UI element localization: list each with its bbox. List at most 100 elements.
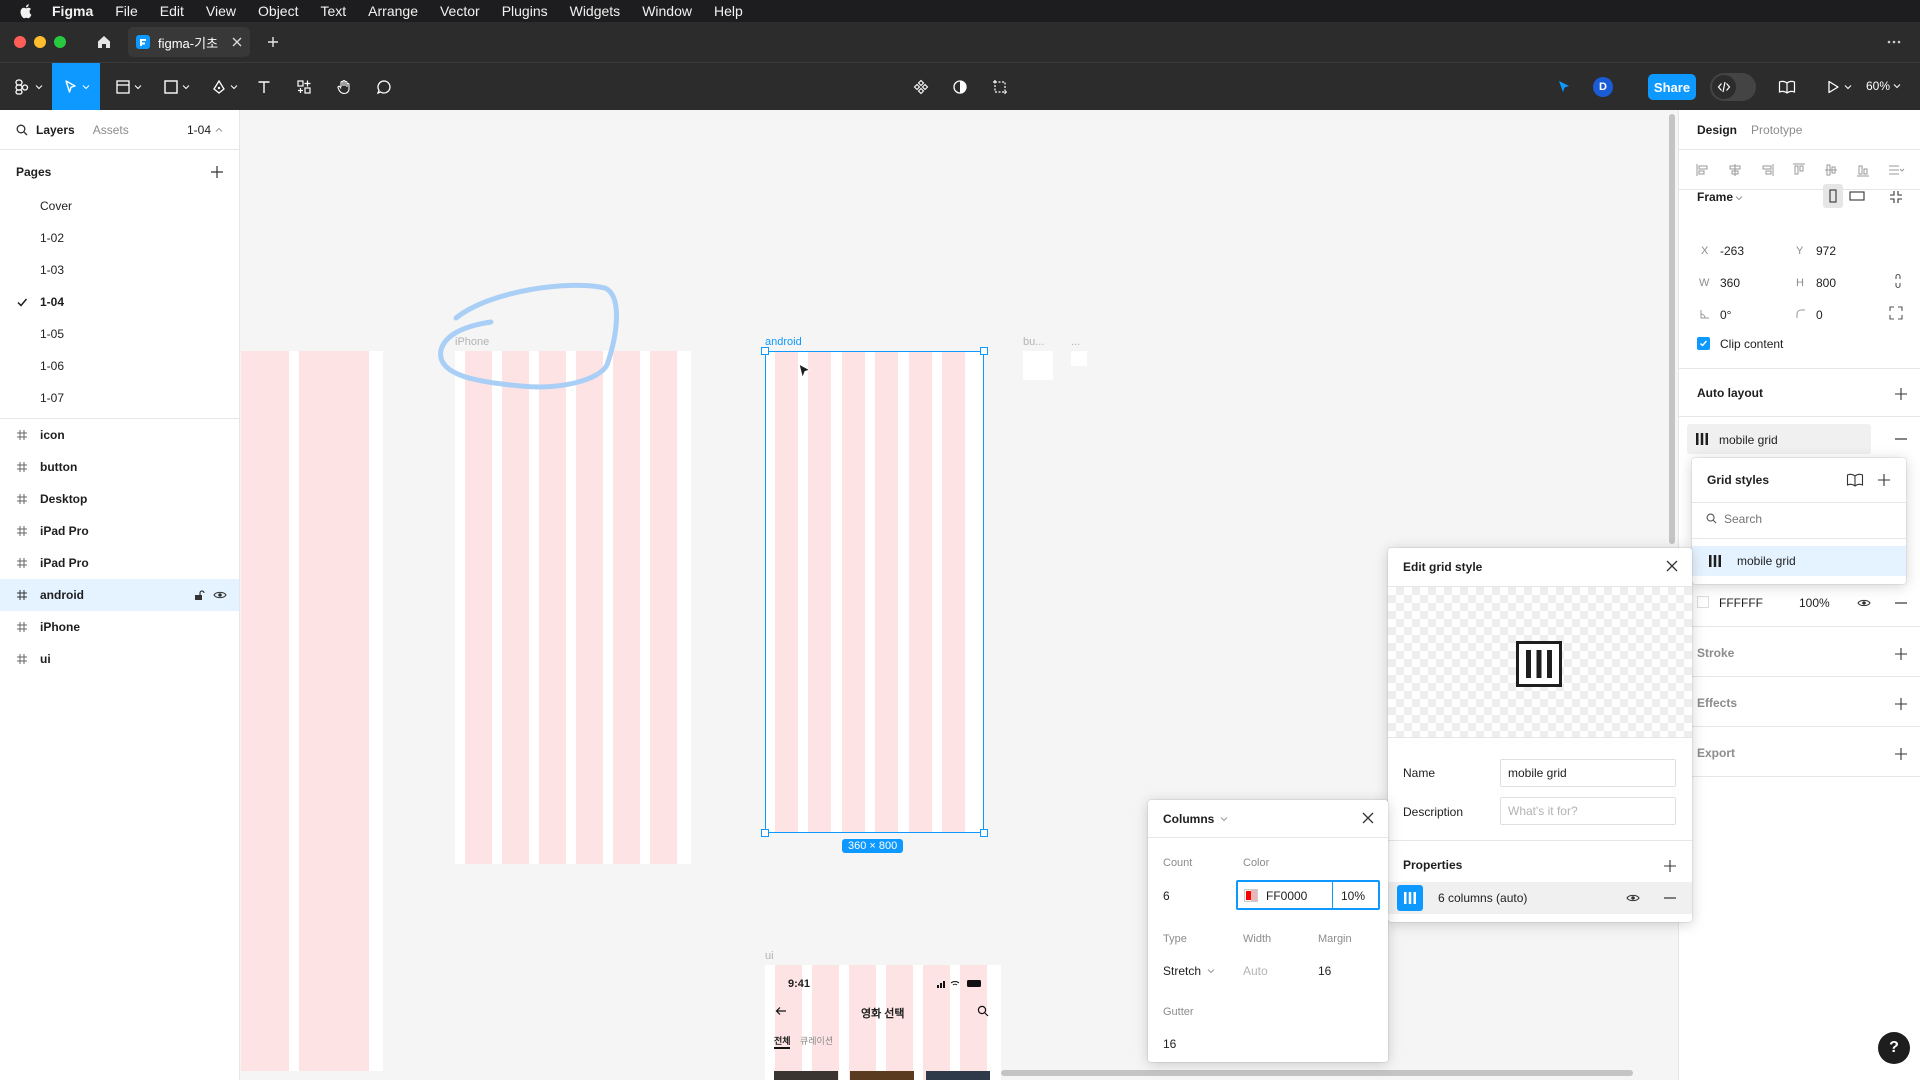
dev-mode-toggle[interactable] (1710, 73, 1756, 101)
component-button[interactable] (909, 63, 933, 111)
align-bottom-icon[interactable] (1855, 162, 1871, 178)
page-item[interactable]: Cover (0, 190, 239, 222)
page-item[interactable]: 1-03 (0, 254, 239, 286)
clip-content-checkbox[interactable] (1697, 337, 1710, 350)
menu-help[interactable]: Help (714, 3, 743, 19)
align-right-icon[interactable] (1759, 162, 1775, 178)
zoom-control[interactable]: 60% (1866, 79, 1901, 93)
text-tool-button[interactable] (252, 63, 276, 111)
layer-item[interactable]: iPhone (0, 611, 239, 643)
scribble-annotation[interactable] (421, 270, 641, 410)
resize-to-fit-icon[interactable] (1889, 190, 1903, 204)
search-icon[interactable] (16, 124, 28, 136)
fill-hex[interactable]: FFFFFF (1719, 596, 1763, 610)
portrait-orientation-button[interactable] (1823, 184, 1843, 208)
share-button[interactable]: Share (1648, 74, 1696, 100)
crop-button[interactable] (988, 63, 1012, 111)
grid-settings-button[interactable] (1397, 885, 1423, 911)
margin-input[interactable]: 16 (1318, 964, 1331, 978)
h-input[interactable]: 800 (1816, 276, 1836, 290)
frame-bu[interactable] (1023, 351, 1053, 380)
page-item[interactable]: 1-07 (0, 382, 239, 414)
frame-ui[interactable]: 9:41 영화 선택 전체 큐레이션 (765, 965, 1001, 1080)
independent-corners-icon[interactable] (1889, 306, 1903, 320)
resize-handle[interactable] (980, 347, 988, 355)
close-icon[interactable] (1362, 812, 1374, 824)
grid-styles-search-input[interactable] (1724, 508, 1884, 530)
color-input[interactable]: FF0000 10% (1236, 880, 1380, 910)
frame-partial-left[interactable] (241, 351, 383, 1071)
frame-iphone[interactable] (455, 351, 691, 864)
grid-property-row[interactable]: 6 columns (auto) (1388, 882, 1692, 914)
description-field[interactable]: What's it for? (1500, 797, 1676, 825)
menu-view[interactable]: View (206, 3, 236, 19)
fill-opacity[interactable]: 100% (1799, 596, 1830, 610)
apple-logo-icon[interactable] (18, 3, 34, 19)
page-selector[interactable]: 1-04 (187, 123, 223, 137)
shape-tool-button[interactable] (158, 63, 194, 111)
more-options-icon[interactable] (1886, 34, 1902, 50)
color-opacity-input[interactable]: 10% (1341, 889, 1365, 903)
menu-vector[interactable]: Vector (440, 3, 480, 19)
color-swatch[interactable] (1244, 889, 1258, 902)
layer-item[interactable]: iPad Pro (0, 547, 239, 579)
align-middle-vertical-icon[interactable] (1823, 162, 1839, 178)
menu-edit[interactable]: Edit (160, 3, 184, 19)
close-tab-icon[interactable] (232, 37, 242, 47)
menu-plugins[interactable]: Plugins (502, 3, 548, 19)
y-input[interactable]: 972 (1816, 244, 1836, 258)
hand-tool-button[interactable] (332, 63, 356, 111)
menu-widgets[interactable]: Widgets (570, 3, 621, 19)
align-top-icon[interactable] (1791, 162, 1807, 178)
align-center-horizontal-icon[interactable] (1727, 162, 1743, 178)
gutter-input[interactable]: 16 (1163, 1037, 1176, 1051)
minimize-window-button[interactable] (34, 36, 46, 48)
menu-app-figma[interactable]: Figma (52, 3, 93, 19)
grid-style-item[interactable]: mobile grid (1692, 546, 1906, 576)
tab-layers[interactable]: Layers (36, 123, 75, 137)
page-item[interactable]: 1-02 (0, 222, 239, 254)
grid-type-dropdown[interactable]: Columns (1163, 812, 1228, 826)
unlock-icon[interactable] (193, 589, 205, 601)
fill-swatch[interactable] (1697, 596, 1709, 608)
library-button[interactable] (1775, 63, 1799, 111)
color-hex-input[interactable]: FF0000 (1266, 889, 1307, 903)
tab-design[interactable]: Design (1697, 123, 1737, 137)
create-grid-style-plus-icon[interactable] (1878, 474, 1890, 486)
add-page-plus-icon[interactable] (211, 166, 223, 178)
library-book-icon[interactable] (1846, 472, 1864, 488)
present-button[interactable] (1820, 63, 1856, 111)
layer-item-selected[interactable]: android (0, 579, 239, 611)
width-input[interactable]: Auto (1243, 964, 1268, 978)
layer-item[interactable]: Desktop (0, 483, 239, 515)
type-dropdown[interactable]: Stretch (1163, 964, 1215, 978)
w-input[interactable]: 360 (1720, 276, 1740, 290)
menu-text[interactable]: Text (320, 3, 346, 19)
multiplayer-cursor-button[interactable] (1552, 63, 1576, 111)
selection-box[interactable] (765, 351, 984, 833)
menu-object[interactable]: Object (258, 3, 298, 19)
add-property-plus-icon[interactable] (1664, 860, 1676, 872)
corner-radius-input[interactable]: 0 (1816, 308, 1823, 322)
frame-label-android[interactable]: android (765, 336, 802, 348)
eye-icon[interactable] (1857, 597, 1871, 609)
menu-window[interactable]: Window (642, 3, 692, 19)
remove-grid-minus-icon[interactable] (1895, 438, 1907, 440)
user-avatar[interactable]: D (1593, 77, 1613, 97)
main-menu-button[interactable] (10, 63, 46, 111)
add-auto-layout-plus-icon[interactable] (1895, 388, 1907, 400)
page-item-current[interactable]: 1-04 (0, 286, 239, 318)
page-item[interactable]: 1-05 (0, 318, 239, 350)
frame-label-bu[interactable]: bu... (1023, 336, 1044, 348)
tab-prototype[interactable]: Prototype (1751, 123, 1802, 137)
move-tool-button[interactable] (52, 63, 100, 111)
close-icon[interactable] (1666, 560, 1678, 572)
layer-item[interactable]: ui (0, 643, 239, 675)
constrain-proportions-icon[interactable] (1893, 273, 1903, 289)
frame-small[interactable] (1071, 351, 1087, 366)
layer-item[interactable]: icon (0, 419, 239, 451)
home-button[interactable] (92, 30, 116, 54)
remove-fill-minus-icon[interactable] (1895, 602, 1907, 604)
layer-item[interactable]: button (0, 451, 239, 483)
close-window-button[interactable] (14, 36, 26, 48)
